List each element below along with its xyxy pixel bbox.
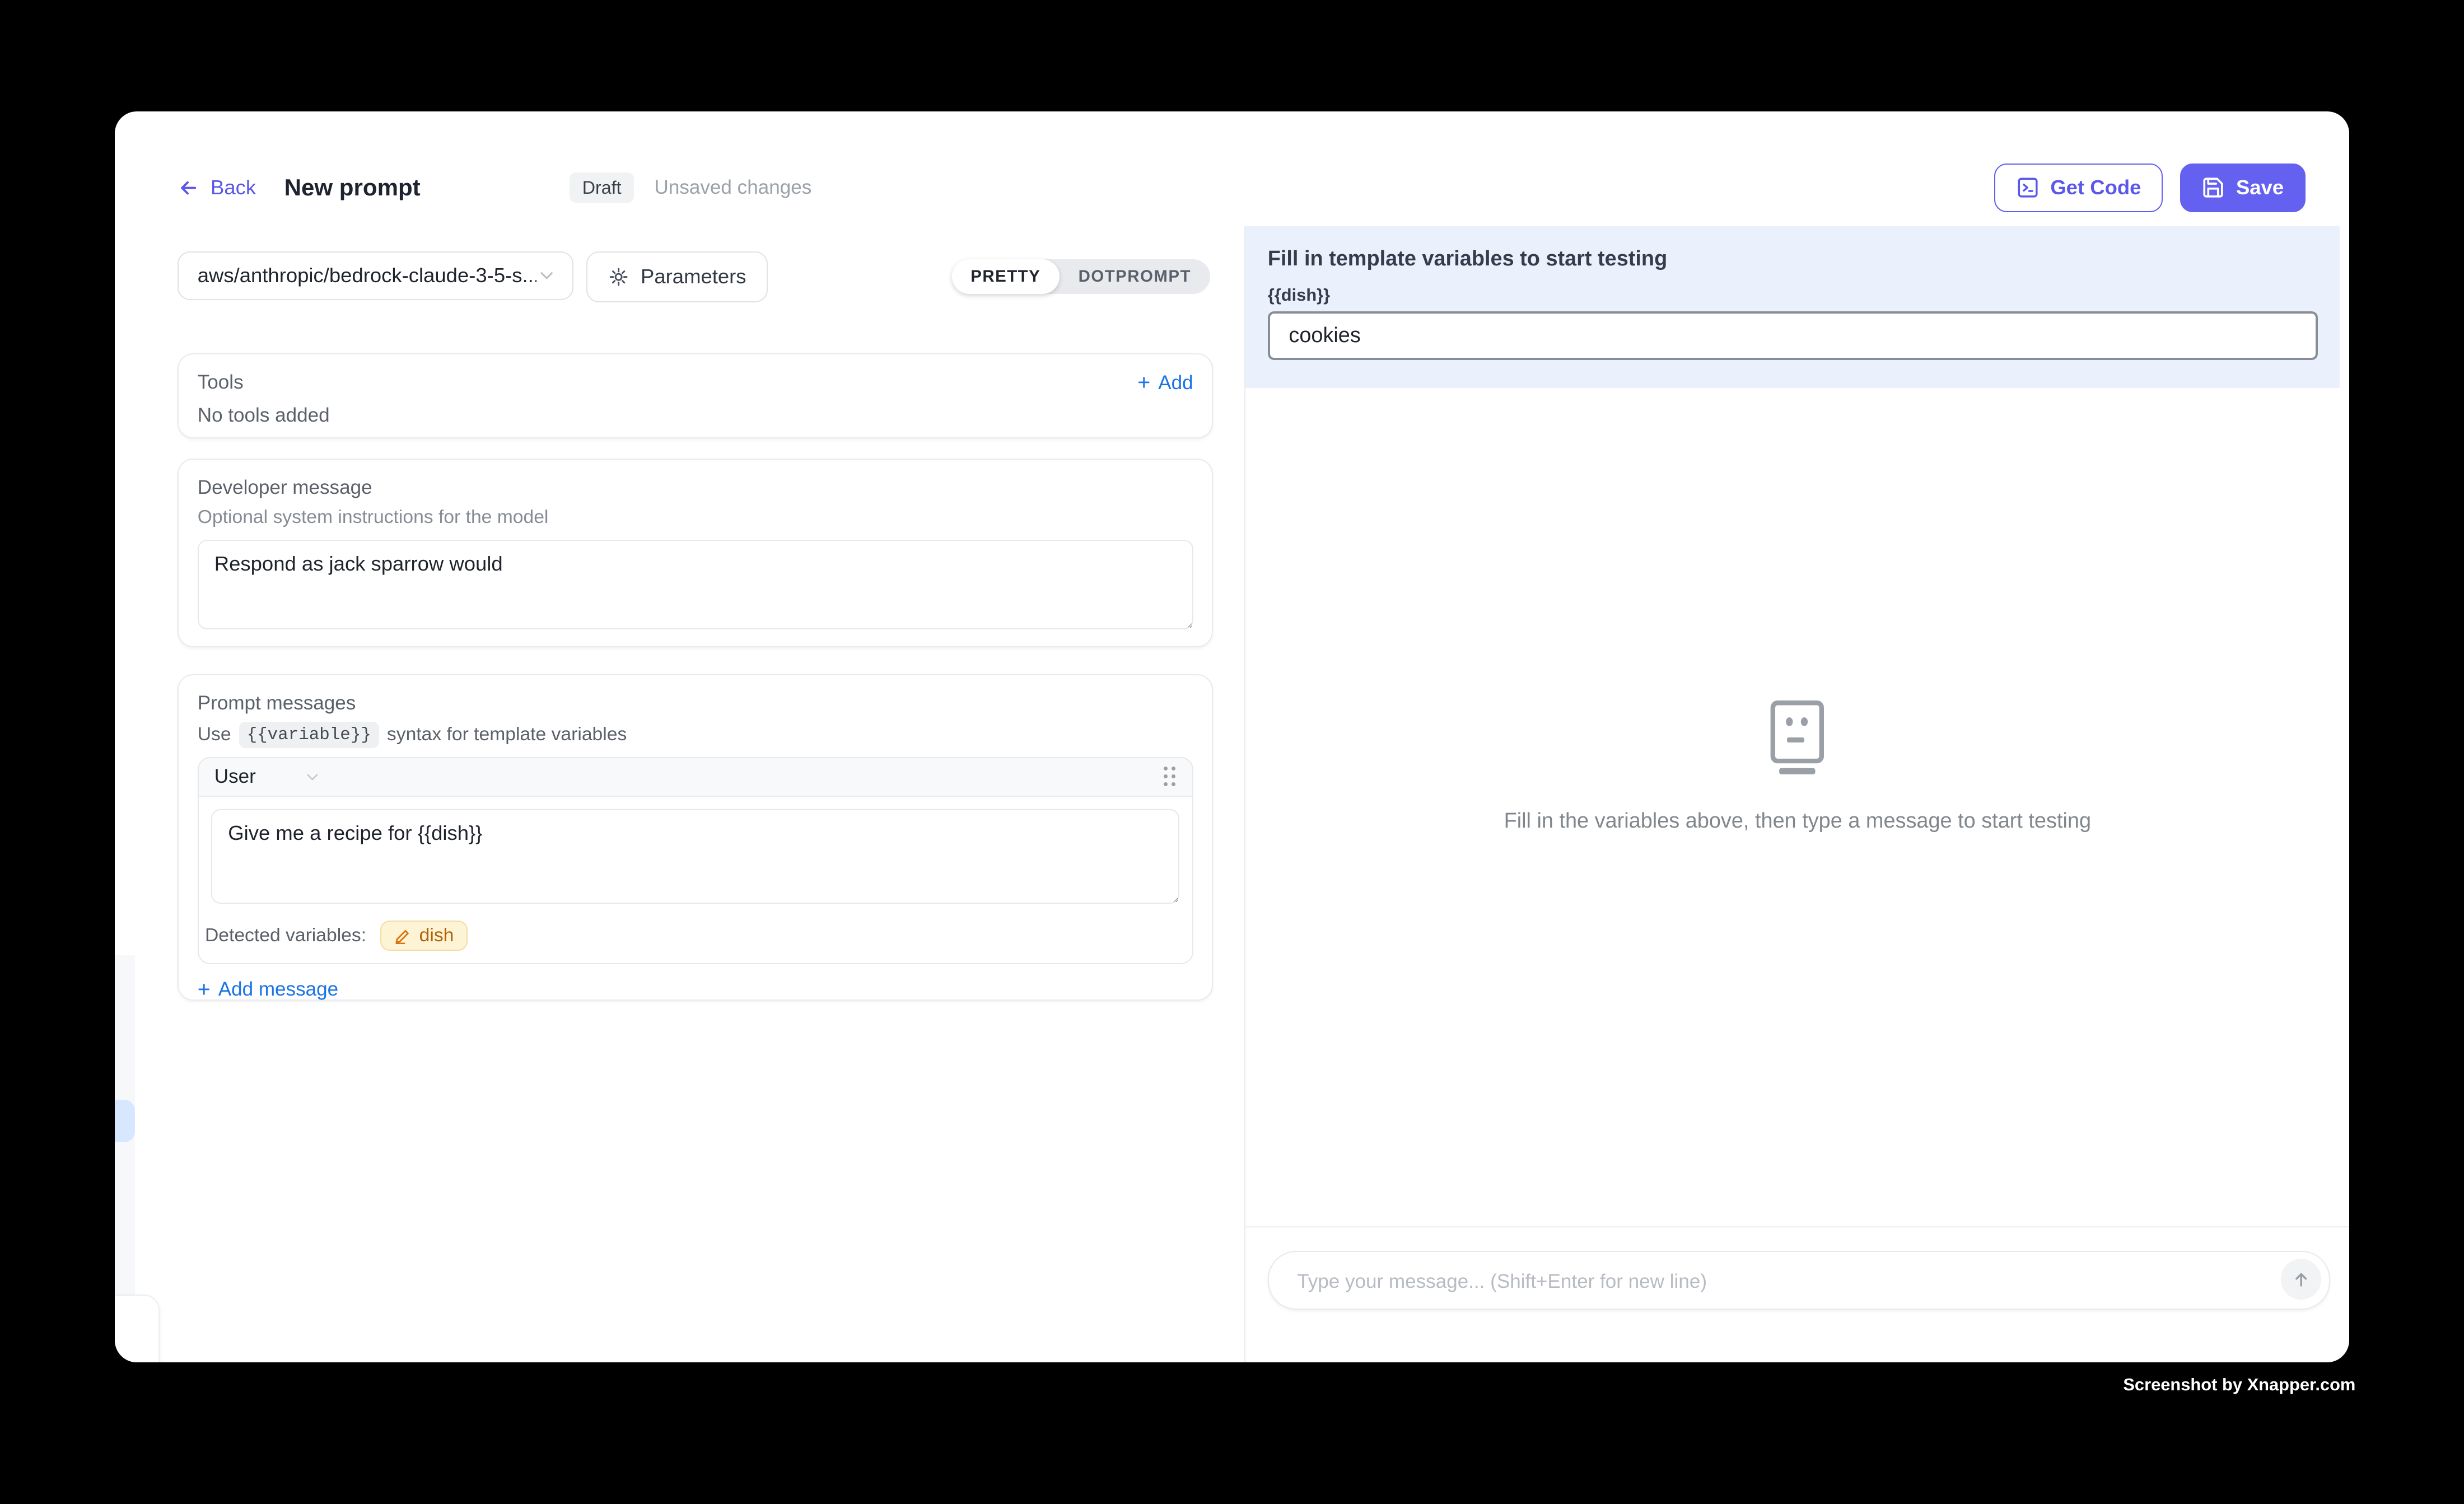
get-code-label: Get Code	[2050, 176, 2141, 199]
developer-message-subtitle: Optional system instructions for the mod…	[198, 506, 1193, 529]
send-up-arrow-icon	[2291, 1269, 2311, 1290]
variable-value-input[interactable]	[1268, 311, 2318, 360]
watermark: Screenshot by Xnapper.com	[2123, 1375, 2355, 1395]
chat-input-wrapper	[1268, 1251, 2331, 1310]
tools-title: Tools	[198, 370, 244, 395]
variables-banner-title: Fill in template variables to start test…	[1268, 247, 2318, 271]
parameters-label: Parameters	[641, 265, 746, 288]
save-floppy-icon	[2201, 176, 2225, 199]
header-actions: Get Code Save	[1994, 164, 2305, 212]
page-title: New prompt	[284, 174, 421, 201]
add-message-button[interactable]: + Add message	[198, 978, 1193, 1001]
role-select-value[interactable]: User	[214, 765, 256, 788]
chat-composer	[1245, 1226, 2349, 1362]
detected-variables-row: Detected variables: dish	[199, 910, 1192, 963]
toggle-pretty[interactable]: PRETTY	[952, 259, 1060, 294]
app-window: Back New prompt Draft Unsaved changes Ge…	[115, 111, 2349, 1362]
empty-state-text: Fill in the variables above, then type a…	[1504, 809, 2091, 833]
chat-empty-inner: Fill in the variables above, then type a…	[1504, 700, 2091, 833]
developer-message-textarea[interactable]: Respond as jack sparrow would	[198, 540, 1193, 629]
syntax-suffix: syntax for template variables	[387, 724, 627, 745]
model-selector-value: aws/anthropic/bedrock-claude-3-5-s...	[198, 264, 536, 287]
plus-icon: +	[198, 979, 211, 1001]
chevron-down-icon[interactable]	[303, 768, 322, 787]
format-toggle: PRETTY DOTPROMPT	[952, 259, 1210, 294]
chat-message-input[interactable]	[1294, 1252, 2260, 1312]
drag-handle-icon[interactable]	[1164, 767, 1176, 787]
variable-syntax-chip: {{variable}}	[239, 722, 379, 748]
detected-variables-label: Detected variables:	[205, 923, 366, 949]
message-body: Give me a recipe for {{dish}}	[199, 797, 1192, 910]
add-tool-button[interactable]: + Add	[1137, 372, 1193, 394]
gear-icon	[608, 266, 629, 288]
developer-message-card: Developer message Optional system instru…	[178, 459, 1213, 647]
page-header: Back New prompt Draft Unsaved changes Ge…	[115, 111, 2349, 226]
add-message-label: Add message	[218, 978, 338, 1001]
code-terminal-icon	[2016, 176, 2040, 199]
chevron-down-icon	[536, 265, 557, 286]
message-content-textarea[interactable]: Give me a recipe for {{dish}}	[211, 809, 1179, 903]
test-panel: Fill in template variables to start test…	[1244, 226, 2349, 1362]
message-block: User Give me a recipe for {{dish}} Detec…	[198, 757, 1193, 964]
variable-chip-label: dish	[419, 925, 454, 946]
parameters-button[interactable]: Parameters	[586, 251, 768, 302]
model-selector[interactable]: aws/anthropic/bedrock-claude-3-5-s...	[178, 251, 573, 300]
plus-icon: +	[1137, 372, 1150, 394]
chat-empty-state: Fill in the variables above, then type a…	[1245, 388, 2349, 1227]
prompt-messages-title: Prompt messages	[198, 691, 1193, 716]
back-arrow-icon	[178, 177, 199, 199]
back-label: Back	[211, 176, 256, 199]
screenshot-stage: Back New prompt Draft Unsaved changes Ge…	[0, 0, 2464, 1503]
variable-chip-dish[interactable]: dish	[380, 921, 468, 950]
sidebar-selected-item[interactable]	[115, 1100, 135, 1142]
syntax-prefix: Use	[198, 724, 231, 745]
editor-toolbar: aws/anthropic/bedrock-claude-3-5-s... Pa…	[178, 251, 768, 302]
tools-empty-text: No tools added	[198, 403, 1193, 428]
tools-card: Tools + Add No tools added	[178, 353, 1213, 438]
prompt-editor-pane: aws/anthropic/bedrock-claude-3-5-s... Pa…	[115, 226, 1245, 1362]
syntax-hint: Use {{variable}} syntax for template var…	[198, 721, 1193, 749]
toggle-dotprompt[interactable]: DOTPROMPT	[1060, 259, 1210, 294]
robot-face-icon	[1767, 700, 1827, 776]
save-button[interactable]: Save	[2180, 164, 2306, 212]
message-header: User	[199, 758, 1192, 797]
edit-pencil-icon	[394, 927, 412, 945]
sidebar-bottom-panel	[115, 1295, 160, 1362]
add-tool-label: Add	[1158, 372, 1193, 394]
status-badge: Draft	[570, 172, 634, 203]
prompt-messages-card: Prompt messages Use {{variable}} syntax …	[178, 674, 1213, 1001]
variables-banner: Fill in template variables to start test…	[1245, 226, 2340, 388]
variable-name-label: {{dish}}	[1268, 285, 2318, 305]
save-label: Save	[2236, 176, 2284, 199]
unsaved-changes-note: Unsaved changes	[655, 176, 812, 199]
developer-message-title: Developer message	[198, 475, 1193, 501]
back-button[interactable]: Back	[178, 176, 256, 199]
get-code-button[interactable]: Get Code	[1994, 164, 2163, 212]
send-button[interactable]	[2281, 1259, 2322, 1300]
